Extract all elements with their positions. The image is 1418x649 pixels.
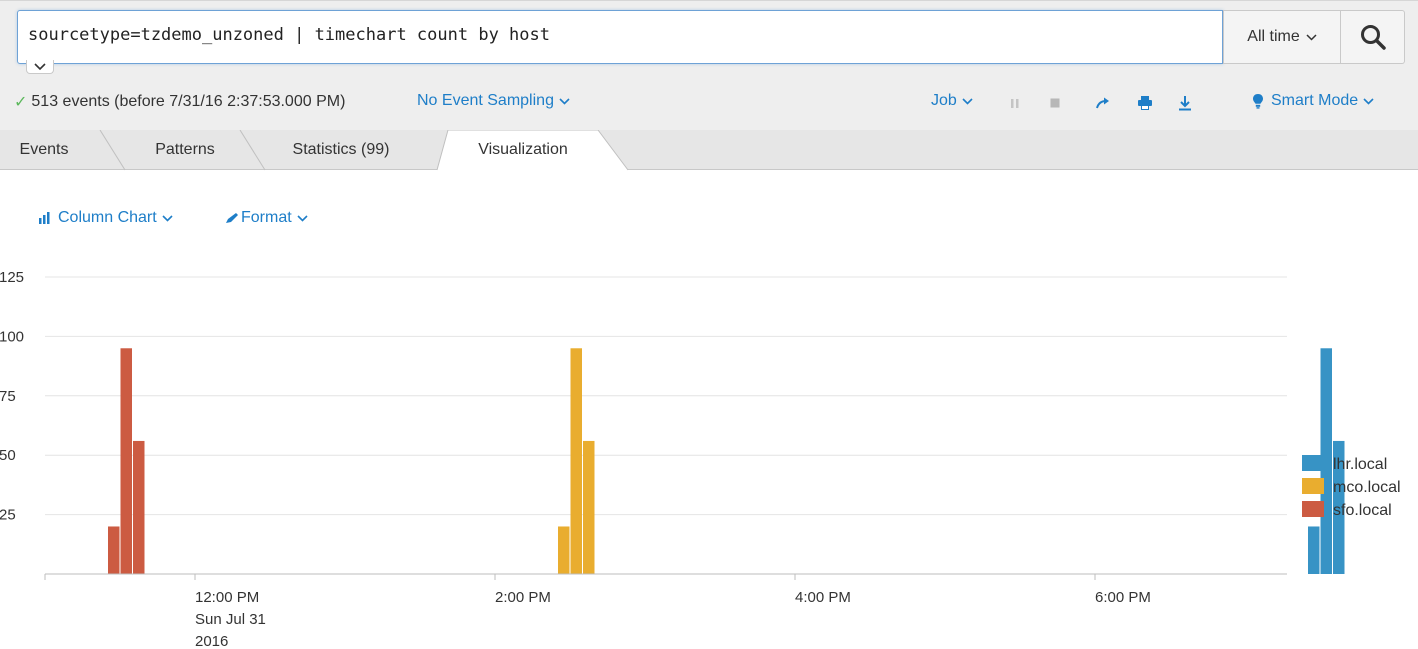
- chevron-down-icon: [559, 97, 570, 105]
- legend-swatch: [1302, 455, 1324, 471]
- search-button[interactable]: [1341, 10, 1405, 64]
- stop-icon: [1050, 98, 1060, 108]
- bar-mco-local[interactable]: [570, 348, 583, 574]
- tab-patterns[interactable]: Patterns: [125, 130, 245, 170]
- legend-swatch: [1302, 501, 1324, 517]
- format-dropdown[interactable]: Format: [225, 209, 308, 227]
- x-tick-label: 2:00 PM: [495, 589, 551, 606]
- job-menu[interactable]: Job: [931, 92, 973, 110]
- pause-icon: [1011, 99, 1019, 108]
- tab-events-label: Events: [19, 141, 69, 158]
- y-tick-label: 25: [0, 507, 16, 524]
- print-icon: [1138, 96, 1152, 110]
- job-menu-label: Job: [931, 92, 957, 109]
- chart-legend: lhr.local mco.local sfo.local: [1302, 455, 1401, 519]
- search-mode-dropdown[interactable]: Smart Mode: [1252, 92, 1374, 110]
- print-button[interactable]: [1135, 93, 1155, 113]
- bar-sfo-local[interactable]: [133, 440, 145, 574]
- chevron-down-icon: [962, 97, 973, 105]
- expand-search-toggle[interactable]: [26, 60, 54, 74]
- tab-visualization-label: Visualization: [478, 141, 568, 158]
- time-range-label: All time: [1247, 28, 1300, 45]
- visualization-toolbar: Column Chart Format: [0, 200, 1418, 236]
- tab-patterns-label: Patterns: [155, 141, 215, 158]
- chart-type-dropdown[interactable]: Column Chart: [38, 209, 173, 227]
- check-icon: ✓: [14, 94, 28, 111]
- x-tick-date-label: Sun Jul 31: [195, 611, 266, 628]
- results-tabs: Events Patterns Statistics (99) Visualiz…: [0, 130, 1418, 171]
- search-mode-label: Smart Mode: [1271, 92, 1359, 109]
- tab-statistics[interactable]: Statistics (99): [265, 130, 417, 170]
- event-sampling-label: No Event Sampling: [417, 92, 554, 109]
- stop-button[interactable]: [1045, 93, 1065, 113]
- event-sampling-dropdown[interactable]: No Event Sampling: [417, 92, 570, 110]
- search-query-text[interactable]: sourcetype=tzdemo_unzoned | timechart co…: [28, 25, 550, 45]
- chevron-down-icon: [1363, 97, 1374, 105]
- chevron-down-icon: [34, 62, 46, 70]
- chevron-down-icon: [162, 214, 173, 222]
- bar-chart-icon: [39, 212, 50, 224]
- event-count-status: ✓ 513 events (before 7/31/16 2:37:53.000…: [14, 92, 345, 112]
- legend-label[interactable]: mco.local: [1333, 479, 1401, 496]
- legend-label[interactable]: sfo.local: [1333, 502, 1392, 519]
- y-tick-label: 50: [0, 447, 16, 464]
- bar-sfo-local[interactable]: [108, 526, 120, 574]
- lightbulb-icon: [1253, 94, 1263, 109]
- pause-button[interactable]: [1005, 93, 1025, 113]
- share-arrow-icon: [1096, 97, 1109, 109]
- bar-mco-local[interactable]: [583, 440, 595, 574]
- legend-swatch: [1302, 478, 1324, 494]
- y-tick-label: 75: [0, 388, 16, 405]
- time-range-picker[interactable]: All time: [1223, 10, 1341, 64]
- job-status-bar: ✓ 513 events (before 7/31/16 2:37:53.000…: [0, 88, 1418, 118]
- chart-gridlines: [45, 276, 1287, 516]
- x-tick-label: 12:00 PM: [195, 589, 259, 606]
- bar-mco-local[interactable]: [558, 526, 570, 574]
- legend-label[interactable]: lhr.local: [1333, 456, 1387, 473]
- chart-type-label: Column Chart: [58, 209, 157, 226]
- event-count-text: 513 events (before 7/31/16 2:37:53.000 P…: [31, 93, 346, 110]
- x-tick-label: 6:00 PM: [1095, 589, 1151, 606]
- chevron-down-icon: [297, 214, 308, 222]
- download-icon: [1179, 96, 1191, 111]
- tab-events[interactable]: Events: [0, 130, 88, 170]
- bar-sfo-local[interactable]: [120, 348, 133, 574]
- chart-bars: [108, 348, 1345, 574]
- brush-icon: [226, 213, 238, 223]
- x-tick-label: 4:00 PM: [795, 589, 851, 606]
- tab-visualization[interactable]: Visualization: [448, 130, 598, 170]
- bar-lhr-local[interactable]: [1308, 526, 1320, 574]
- format-label: Format: [241, 209, 292, 226]
- chart-axes: 25 50 75 100 125 12:00 PM Sun Jul 31 2016 2:00 P…: [0, 269, 1287, 649]
- tab-statistics-label: Statistics (99): [292, 141, 390, 158]
- y-tick-label: 125: [0, 269, 24, 286]
- share-button[interactable]: [1093, 93, 1113, 113]
- chevron-down-icon: [1306, 33, 1317, 41]
- search-input[interactable]: sourcetype=tzdemo_unzoned | timechart co…: [17, 10, 1223, 64]
- export-button[interactable]: [1175, 93, 1195, 113]
- search-icon: [1360, 25, 1386, 50]
- y-tick-label: 100: [0, 328, 24, 345]
- x-tick-year-label: 2016: [195, 633, 228, 649]
- column-chart: 25 50 75 100 125 12:00 PM Sun Jul 31 2016 2:00 P…: [0, 269, 1401, 649]
